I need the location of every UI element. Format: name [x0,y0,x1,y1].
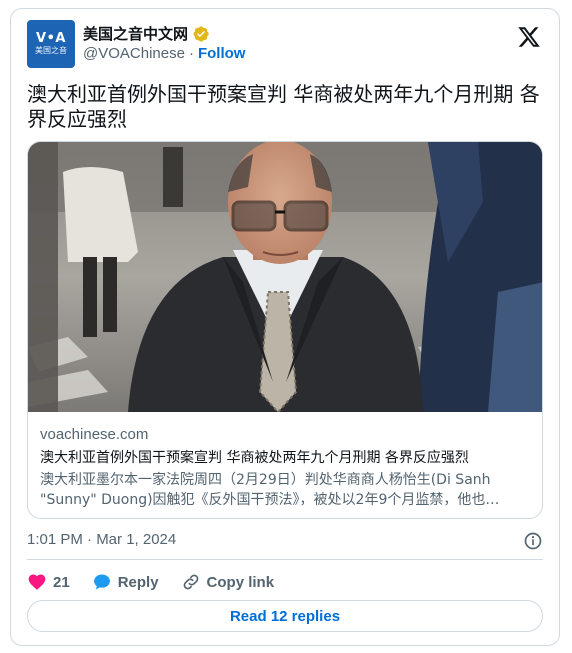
voa-logo-text: V•A [36,31,66,46]
avatar[interactable]: V•A 美国之音 [27,20,75,68]
article-photo [28,142,542,412]
tweet-embed-card: V•A 美国之音 美国之音中文网 @VOAChinese · Follow 澳大… [10,8,560,646]
tweet-timestamp[interactable]: 1:01 PM · Mar 1, 2024 [27,531,176,548]
display-name[interactable]: 美国之音中文网 [83,23,188,44]
link-title: 澳大利亚首例外国干预案宣判 华商被处两年九个月刑期 各界反应强烈 [40,450,469,466]
handle-row: @VOAChinese · Follow [83,45,245,62]
link-preview-card[interactable]: voachinese.com 澳大利亚首例外国干预案宣判 华商被处两年九个月刑期… [27,141,543,519]
copy-link-label: Copy link [206,573,275,591]
info-icon[interactable] [523,531,543,551]
copy-link-button[interactable]: Copy link [181,572,275,592]
x-logo-icon[interactable] [517,25,541,49]
tweet-text: 澳大利亚首例外国干预案宣判 华商被处两年九个月刑期 各界反应强烈 [27,82,540,131]
link-description: 澳大利亚墨尔本一家法院周四（2月29日）判处华商商人杨怡生(Di Sanh "S… [40,472,500,508]
handle-separator: · [188,45,194,62]
tweet-header: V•A 美国之音 美国之音中文网 @VOAChinese · Follow [27,20,543,70]
handle[interactable]: @VOAChinese [83,45,185,62]
link-icon [183,574,198,590]
read-replies-button[interactable]: Read 12 replies [27,600,543,632]
reply-button[interactable]: Reply [92,572,159,592]
action-bar: 21 Reply Copy link [27,567,296,597]
link-domain: voachinese.com [40,426,149,443]
timestamp-row: 1:01 PM · Mar 1, 2024 [27,531,543,551]
divider [27,559,543,560]
name-row: 美国之音中文网 [83,23,210,44]
reply-bubble-icon [93,574,110,590]
link-meta: voachinese.com 澳大利亚首例外国干预案宣判 华商被处两年九个月刑期… [40,425,530,510]
reply-label: Reply [117,573,159,591]
like-button[interactable]: 21 [27,572,70,592]
voa-logo-subtext: 美国之音 [35,46,67,55]
like-count: 21 [53,573,70,591]
follow-button[interactable]: Follow [198,45,246,62]
verified-badge-icon [193,25,209,42]
heart-icon [28,574,46,590]
